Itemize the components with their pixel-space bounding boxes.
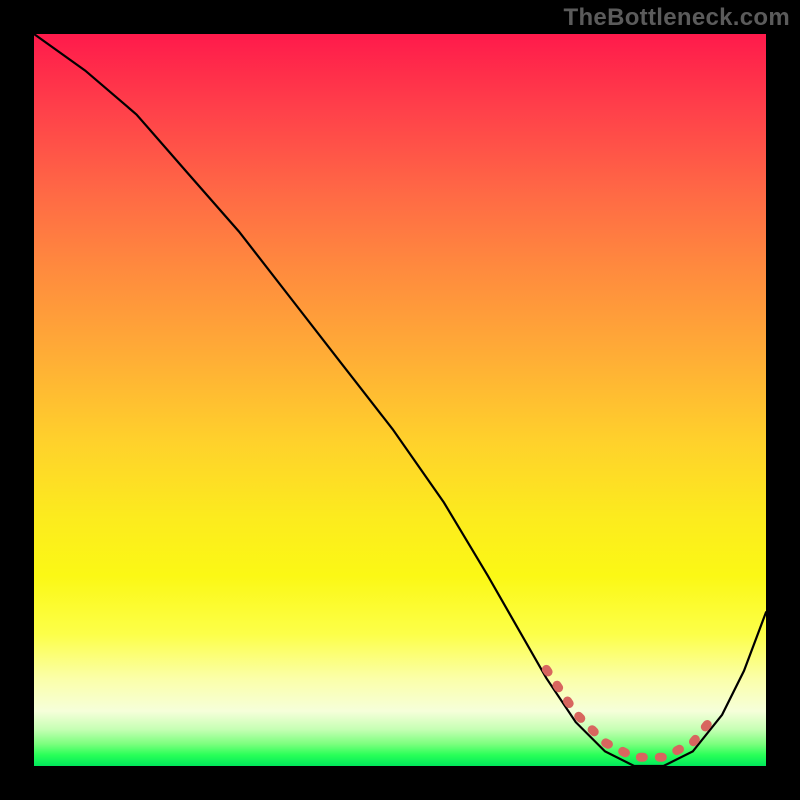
bottleneck-curve-path	[34, 34, 766, 766]
chart-plot-area	[34, 34, 766, 766]
attribution-label: TheBottleneck.com	[564, 4, 790, 32]
chart-svg	[34, 34, 766, 766]
chart-frame: TheBottleneck.com	[0, 0, 800, 800]
